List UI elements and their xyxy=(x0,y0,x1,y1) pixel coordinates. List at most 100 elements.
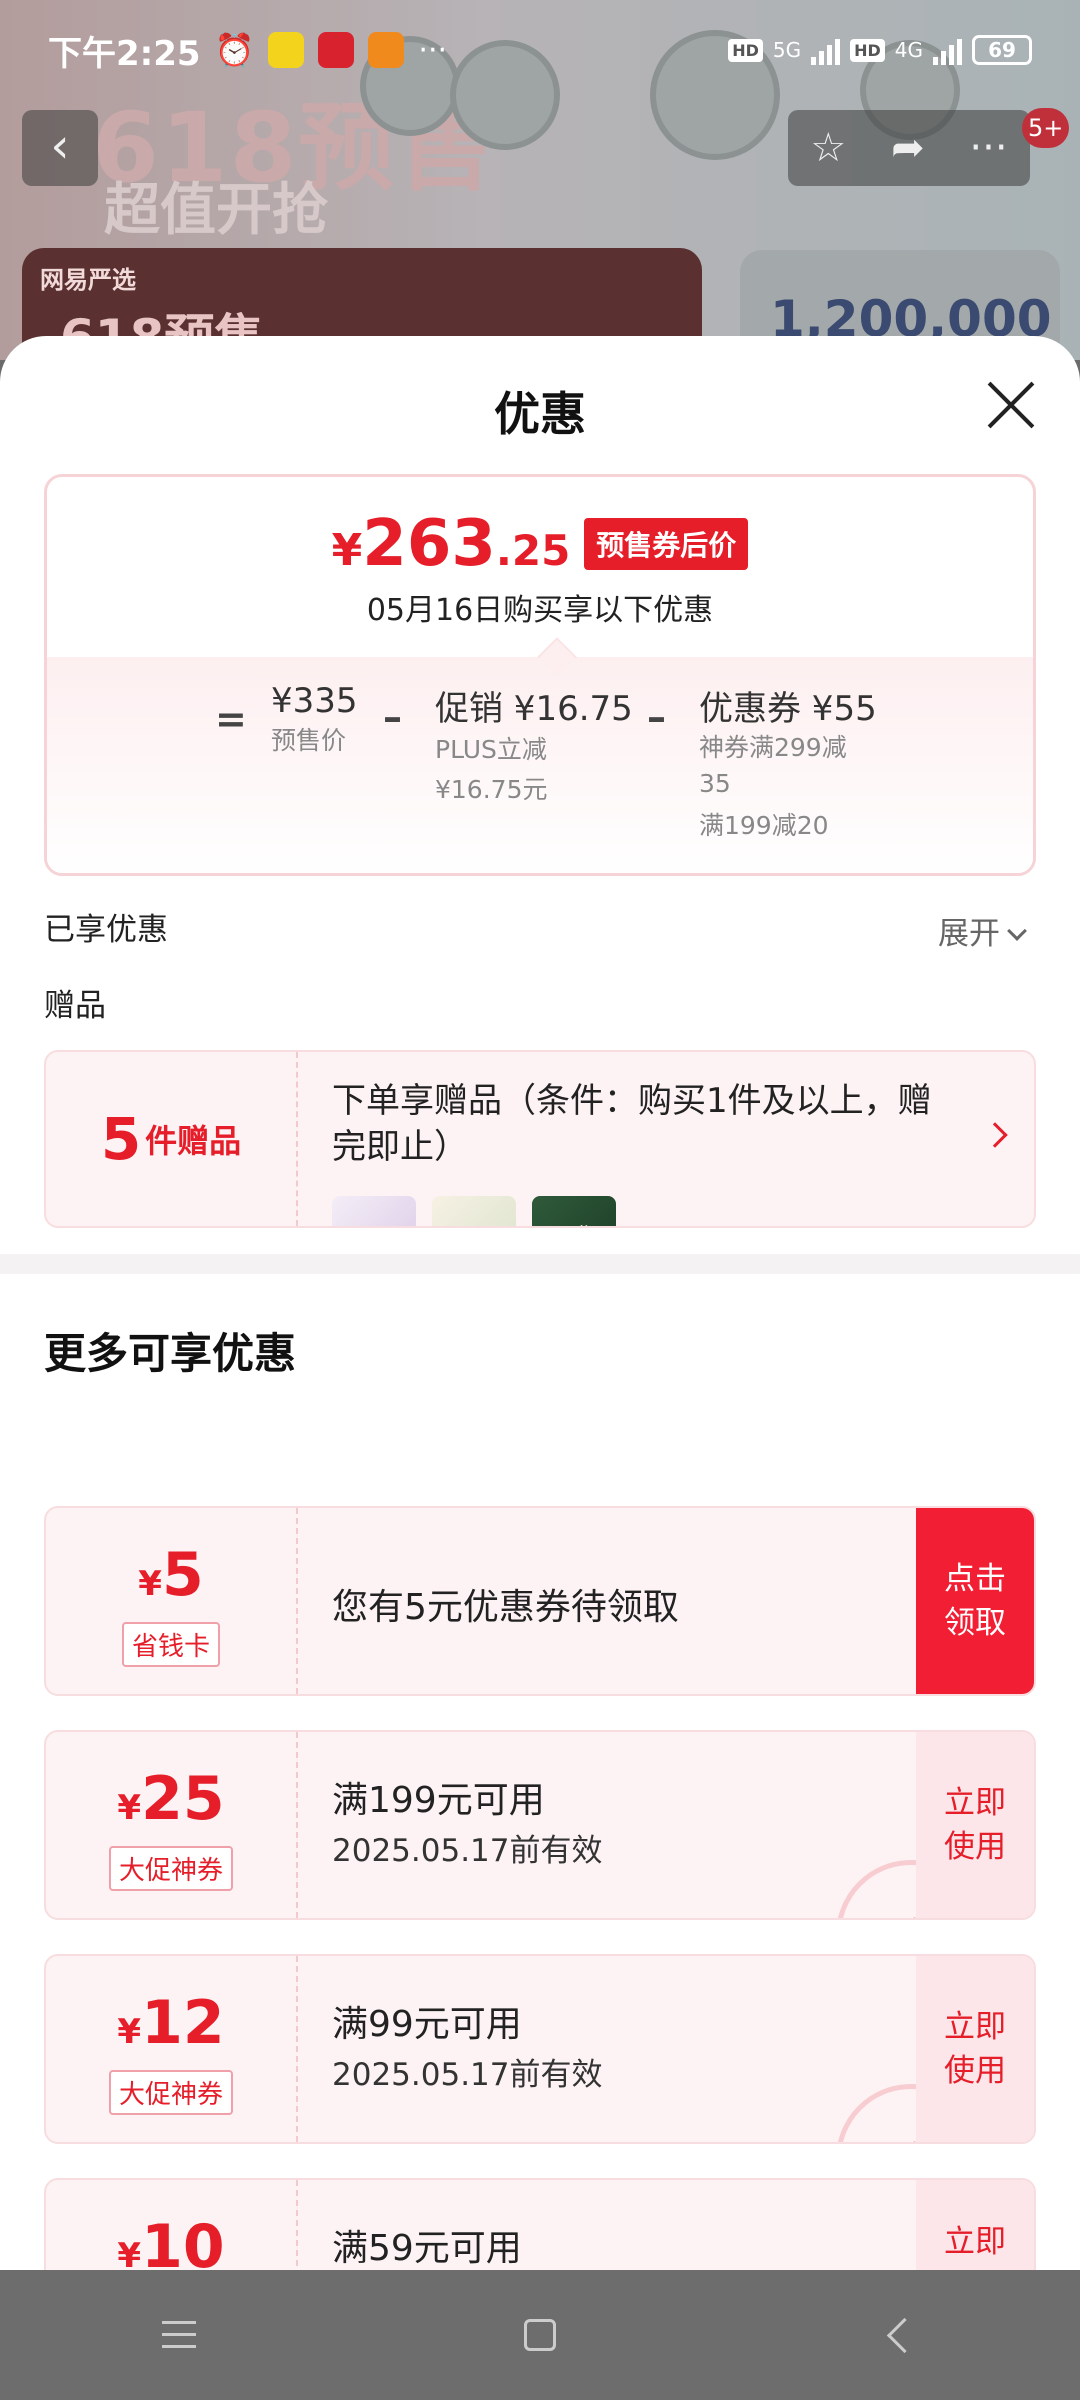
app-notification-icon xyxy=(368,32,405,68)
coupon-amount: ¥25 xyxy=(46,1764,296,1834)
coupon-amount-value: 12 xyxy=(141,1988,225,2058)
coupon-card: ¥25 大促神券 满199元可用 2025.05.17前有效 已领 立即使用 xyxy=(44,1730,1036,1920)
purchase-date-line: 05月16日购买享以下优惠 xyxy=(366,593,714,628)
coupon-details: 满59元可用 xyxy=(332,2224,522,2270)
home-icon[interactable] xyxy=(510,2305,570,2365)
gift-thumbnail xyxy=(432,1196,516,1226)
chevron-down-icon xyxy=(1007,921,1027,941)
coupon-type-tag: 大促神券 xyxy=(108,1846,234,1891)
price-tag: 预售券后价 xyxy=(584,518,749,570)
share-icon[interactable]: ➦ xyxy=(891,125,925,171)
close-icon[interactable] xyxy=(986,380,1036,430)
coupon-amount: 优惠券 ¥55 xyxy=(699,689,877,729)
coupon-card: ¥12 大促神券 满99元可用 2025.05.17前有效 已领 立即使用 xyxy=(44,1954,1036,2144)
more-notifications-icon: ··· xyxy=(418,32,448,68)
use-coupon-button[interactable]: 立即使用 xyxy=(916,1956,1034,2142)
claim-coupon-label: 点击领取 xyxy=(944,1561,1006,1641)
minus-sign: – xyxy=(647,695,666,739)
use-coupon-button[interactable]: 立即 xyxy=(916,2180,1034,2270)
price-breakdown: = ¥335 预售价 – 促销 ¥16.75 PLUS立减 ¥16.75元 – … xyxy=(47,657,1033,873)
nav-back-icon[interactable] xyxy=(870,2305,930,2365)
section-divider xyxy=(0,1254,1080,1274)
price-summary-card: ¥263.25 预售券后价 05月16日购买享以下优惠 = ¥335 预售价 – … xyxy=(44,474,1036,876)
use-coupon-button[interactable]: 立即使用 xyxy=(916,1732,1034,1918)
coupon-amount-value: 10 xyxy=(141,2212,225,2270)
coupon-currency: ¥ xyxy=(117,2012,142,2052)
chevron-right-icon xyxy=(982,1122,1008,1148)
coupon-currency: ¥ xyxy=(138,1564,162,1604)
presale-label: 预售价 xyxy=(271,726,347,755)
gift-count: 5 件赠品 xyxy=(46,1052,298,1226)
coupon-details: 满199元可用 2025.05.17前有效 xyxy=(332,1776,603,1876)
coupon-column: 优惠券 ¥55 神券满299减 35 满199减20 xyxy=(699,681,877,844)
coupon-value: ¥5 省钱卡 xyxy=(46,1508,298,1694)
gift-section-label: 赠品 xyxy=(44,988,106,1024)
banner-brand: 网易严选 xyxy=(40,266,136,294)
status-time: 下午2:25 xyxy=(48,33,201,74)
gift-thumbnail xyxy=(332,1196,416,1226)
more-discounts-title: 更多可享优惠 xyxy=(44,1329,297,1378)
claim-coupon-button[interactable]: 点击领取 xyxy=(916,1508,1034,1694)
coupon-value: ¥25 大促神券 xyxy=(46,1732,298,1918)
app-notification-icon xyxy=(268,32,305,68)
back-arrow-icon[interactable]: ‹ xyxy=(22,110,98,186)
network-type: 5G xyxy=(772,38,802,62)
equals-sign: = xyxy=(215,697,247,741)
coupon-currency: ¥ xyxy=(117,1788,142,1828)
gift-card[interactable]: 5 件赠品 下单享赠品（条件：购买1件及以上，赠完即止） 无货 xyxy=(44,1050,1036,1228)
gift-condition: 下单享赠品（条件：购买1件及以上，赠完即止） xyxy=(332,1081,932,1167)
coupon-type-tag: 省钱卡 xyxy=(121,1622,221,1667)
coupon-card: ¥10 满59元可用 立即 xyxy=(44,2178,1036,2270)
promotion-label: PLUS立减 xyxy=(435,735,547,764)
use-coupon-label: 立即使用 xyxy=(944,2009,1006,2089)
presale-amount: ¥335 xyxy=(271,681,358,721)
signal-icon xyxy=(933,35,962,65)
coupon-value: ¥12 大促神券 xyxy=(46,1956,298,2142)
expand-label: 展开 xyxy=(938,916,1000,952)
discount-sheet: 优惠 ¥263.25 预售券后价 05月16日购买享以下优惠 = ¥335 预售价… xyxy=(0,336,1080,2270)
more-icon[interactable]: ··· xyxy=(969,125,1007,171)
coupon-description: 您有5元优惠券待领取 xyxy=(332,1587,679,1628)
coupon-currency: ¥ xyxy=(117,2236,142,2270)
promotion-value: ¥16.75元 xyxy=(435,775,548,804)
final-price: ¥263.25 预售券后价 xyxy=(47,507,1033,581)
coupon-expiry: 2025.05.17前有效 xyxy=(332,1833,603,1869)
minus-sign: – xyxy=(383,695,402,739)
coupon-value: ¥10 xyxy=(46,2180,298,2270)
use-coupon-label: 立即 xyxy=(944,2224,1006,2260)
message-badge: 5+ xyxy=(1022,108,1070,148)
final-price-area: ¥263.25 预售券后价 05月16日购买享以下优惠 xyxy=(47,477,1033,657)
coupon-amount-value: 25 xyxy=(141,1764,225,1834)
coupon-amount-value: 5 xyxy=(161,1540,204,1610)
coupon-amount: ¥12 xyxy=(46,1988,296,2058)
presale-column: ¥335 预售价 xyxy=(271,681,358,761)
coupon-amount: ¥10 xyxy=(46,2212,296,2270)
coupon-threshold: 满99元可用 xyxy=(332,2004,522,2045)
price-integer: 263 xyxy=(362,507,496,581)
coupon-rule-cont: 35 xyxy=(699,769,731,798)
use-coupon-label: 立即使用 xyxy=(944,1785,1006,1865)
coupon-card: ¥5 省钱卡 您有5元优惠券待领取 点击领取 xyxy=(44,1506,1036,1696)
promotion-amount: 促销 ¥16.75 xyxy=(435,689,633,729)
hd-indicator: HD xyxy=(850,38,885,62)
price-currency: ¥ xyxy=(331,525,363,576)
promo-subtitle: 超值开抢 xyxy=(104,178,328,243)
star-icon[interactable]: ☆ xyxy=(810,125,846,171)
expand-toggle[interactable]: 展开 xyxy=(938,908,1027,953)
alarm-icon: ⏰ xyxy=(214,31,255,69)
hd-indicator: HD xyxy=(728,38,763,62)
coupon-threshold: 满199元可用 xyxy=(332,1780,545,1821)
network-type: 4G xyxy=(894,38,923,62)
gift-thumbnail-out-of-stock: 无货 xyxy=(532,1196,616,1226)
menu-icon[interactable] xyxy=(150,2305,210,2365)
enjoyed-discounts-label: 已享优惠 xyxy=(44,912,168,948)
battery-indicator: 69 xyxy=(972,35,1032,65)
coupon-amount: ¥5 xyxy=(46,1540,296,1610)
promotion-column: 促销 ¥16.75 PLUS立减 ¥16.75元 xyxy=(435,681,633,810)
app-notification-icon xyxy=(318,32,355,68)
coupon-rule: 神券满299减 xyxy=(699,733,847,762)
top-action-group: ☆ ➦ ··· xyxy=(788,110,1030,186)
coupon-details: 满99元可用 2025.05.17前有效 xyxy=(332,2000,603,2100)
system-nav-bar xyxy=(0,2270,1080,2400)
price-decimal: .25 xyxy=(495,526,571,575)
